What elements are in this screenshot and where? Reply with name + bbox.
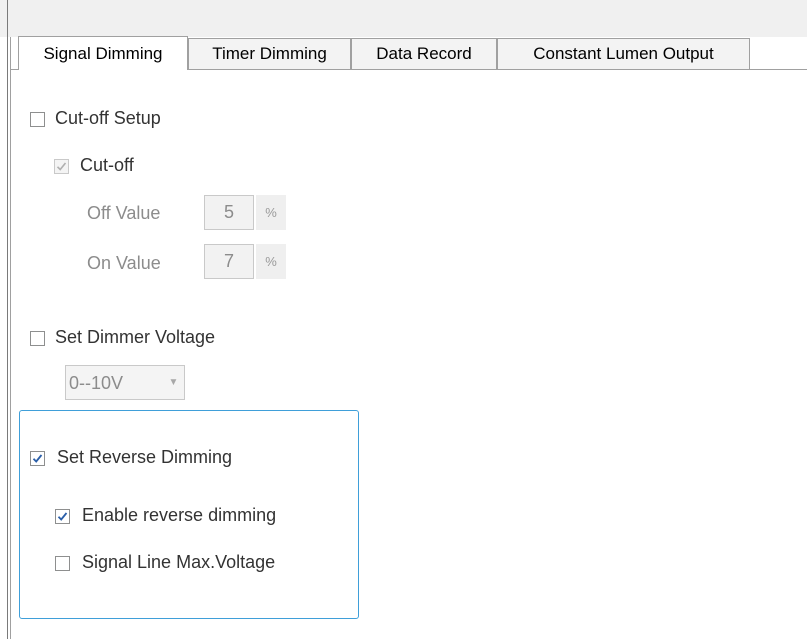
checkmark-icon [57,512,68,521]
window-top-strip [0,0,807,37]
on-value-unit: % [256,244,286,279]
panel-left-border [10,37,11,639]
checkmark-icon [56,162,67,171]
window-left-border [7,0,8,639]
off-value-label: Off Value [87,203,161,223]
on-value-label: On Value [87,253,161,273]
dimmer-voltage-checkbox[interactable] [30,331,45,346]
signal-line-checkbox[interactable] [55,556,70,571]
checkmark-icon [32,454,43,463]
reverse-dimming-label: Set Reverse Dimming [57,447,233,467]
tab-data-record[interactable]: Data Record [351,38,497,69]
tab-constant-lumen-output[interactable]: Constant Lumen Output [497,38,750,69]
off-value-unit: % [256,195,286,230]
dimmer-voltage-selected: 0--10V [69,373,124,393]
enable-reverse-checkbox[interactable] [55,509,70,524]
cutoff-label: Cut-off [80,155,134,175]
cutoff-setup-checkbox[interactable] [30,112,45,127]
enable-reverse-label: Enable reverse dimming [82,505,277,525]
dimmer-voltage-label: Set Dimmer Voltage [55,327,216,347]
signal-line-label: Signal Line Max.Voltage [82,552,276,572]
on-value-input[interactable]: 7 [204,244,254,279]
off-value-input[interactable]: 5 [204,195,254,230]
dimmer-voltage-select[interactable]: 0--10V ▼ [65,365,185,400]
chevron-down-icon[interactable]: ▼ [166,374,181,391]
cutoff-checkbox[interactable] [54,159,69,174]
cutoff-setup-label: Cut-off Setup [55,108,161,128]
reverse-dimming-checkbox[interactable] [30,451,45,466]
tab-timer-dimming[interactable]: Timer Dimming [188,38,351,69]
tab-signal-dimming[interactable]: Signal Dimming [18,36,188,70]
